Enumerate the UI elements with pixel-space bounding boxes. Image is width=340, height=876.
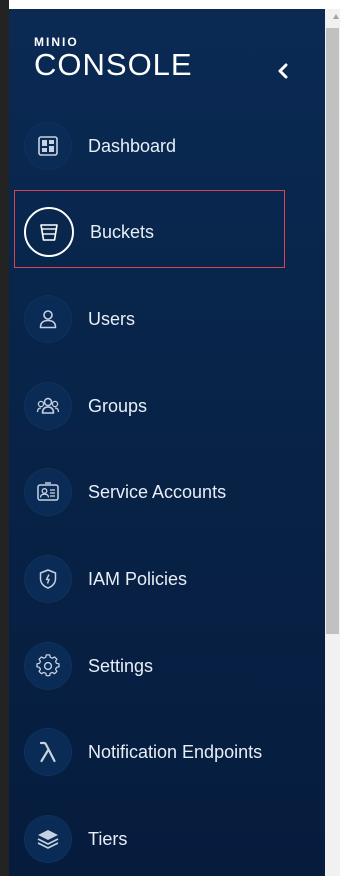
sidebar-item-groups[interactable]: Groups [24, 376, 294, 436]
sidebar-item-service-accounts[interactable]: Service Accounts [24, 462, 294, 522]
user-icon [24, 295, 72, 343]
window-top-strip [9, 0, 325, 9]
sidebar-item-users[interactable]: Users [24, 289, 294, 349]
sidebar-item-label: Service Accounts [88, 481, 227, 502]
sidebar-item-notification-endpoints[interactable]: Notification Endpoints [24, 722, 294, 782]
sidebar-item-settings[interactable]: Settings [24, 636, 294, 696]
groups-icon [24, 382, 72, 430]
service-accounts-icon [24, 468, 72, 516]
minio-console-logo[interactable]: MINIO CONSOLE [34, 36, 193, 81]
sidebar-item-label: Groups [88, 395, 148, 416]
collapse-sidebar-button[interactable] [272, 60, 294, 82]
sidebar-item-label: Users [88, 308, 136, 329]
scroll-up-arrow-icon[interactable] [333, 14, 339, 19]
sidebar-item-label: IAM Policies [88, 568, 188, 589]
sidebar-item-label: Settings [88, 655, 154, 676]
sidebar-item-label: Buckets [90, 221, 155, 242]
sidebar-item-dashboard[interactable]: Dashboard [24, 116, 294, 176]
scrollbar-thumb[interactable] [326, 28, 339, 634]
logo-product: CONSOLE [34, 47, 193, 82]
lambda-icon [24, 728, 72, 776]
sidebar-item-label: Dashboard [88, 135, 177, 156]
gear-icon [24, 642, 72, 690]
sidebar-item-buckets[interactable]: Buckets [24, 202, 294, 262]
sidebar-item-label: Notification Endpoints [88, 741, 263, 762]
sidebar-item-iam-policies[interactable]: IAM Policies [24, 549, 294, 609]
iam-policies-icon [24, 555, 72, 603]
sidebar-item-label: Tiers [88, 828, 128, 849]
sidebar-item-tiers[interactable]: Tiers [24, 809, 294, 869]
tiers-icon [24, 815, 72, 863]
chevron-left-icon [278, 63, 288, 79]
bucket-icon [24, 207, 74, 257]
window-left-edge [0, 0, 9, 876]
dashboard-icon [24, 122, 72, 170]
